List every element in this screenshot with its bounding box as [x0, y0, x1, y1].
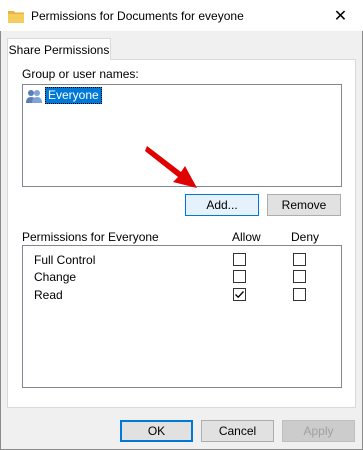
remove-button[interactable]: Remove	[267, 194, 341, 216]
list-item-everyone[interactable]: Everyone	[25, 87, 121, 104]
permission-name: Read	[34, 288, 63, 302]
deny-header: Deny	[291, 230, 320, 244]
users-icon	[26, 89, 42, 103]
title-bar: Permissions for Documents for eveyone ✕	[0, 0, 363, 31]
full-control-deny-checkbox[interactable]	[293, 253, 306, 266]
permissions-label: Permissions for Everyone	[22, 230, 159, 244]
remove-button-label: Remove	[281, 198, 327, 212]
checkmark-icon	[235, 291, 244, 299]
permission-row-read: Read	[34, 287, 63, 303]
ok-button[interactable]: OK	[120, 420, 193, 442]
ok-button-label: OK	[147, 424, 166, 438]
full-control-allow-checkbox[interactable]	[233, 253, 246, 266]
close-button[interactable]: ✕	[318, 0, 363, 31]
apply-button-label: Apply	[303, 424, 334, 438]
permission-row-full-control: Full Control	[34, 252, 95, 268]
permissions-list: Full Control Change Read	[22, 245, 342, 388]
change-allow-checkbox[interactable]	[233, 270, 246, 283]
allow-header: Allow	[232, 230, 261, 244]
change-deny-checkbox[interactable]	[293, 270, 306, 283]
tab-share-permissions[interactable]: Share Permissions	[7, 38, 111, 60]
cancel-button-label: Cancel	[218, 424, 257, 438]
permission-name: Full Control	[34, 253, 96, 267]
list-item-label: Everyone	[45, 87, 102, 104]
permission-row-change: Change	[34, 269, 76, 285]
cancel-button[interactable]: Cancel	[201, 420, 274, 442]
tab-label: Share Permissions	[8, 42, 110, 57]
group-names-listbox[interactable]: Everyone	[22, 84, 342, 187]
folder-icon	[8, 11, 24, 23]
apply-button[interactable]: Apply	[282, 420, 355, 442]
read-deny-checkbox[interactable]	[293, 288, 306, 301]
group-names-label: Group or user names:	[22, 67, 139, 81]
add-button[interactable]: Add...	[185, 194, 259, 216]
group-names-label-text: Group or user names:	[22, 67, 139, 81]
permission-name: Change	[34, 270, 77, 284]
add-button-label: Add...	[206, 198, 238, 212]
window-title: Permissions for Documents for eveyone	[31, 9, 244, 23]
read-allow-checkbox[interactable]	[233, 288, 246, 301]
close-icon: ✕	[333, 7, 348, 25]
